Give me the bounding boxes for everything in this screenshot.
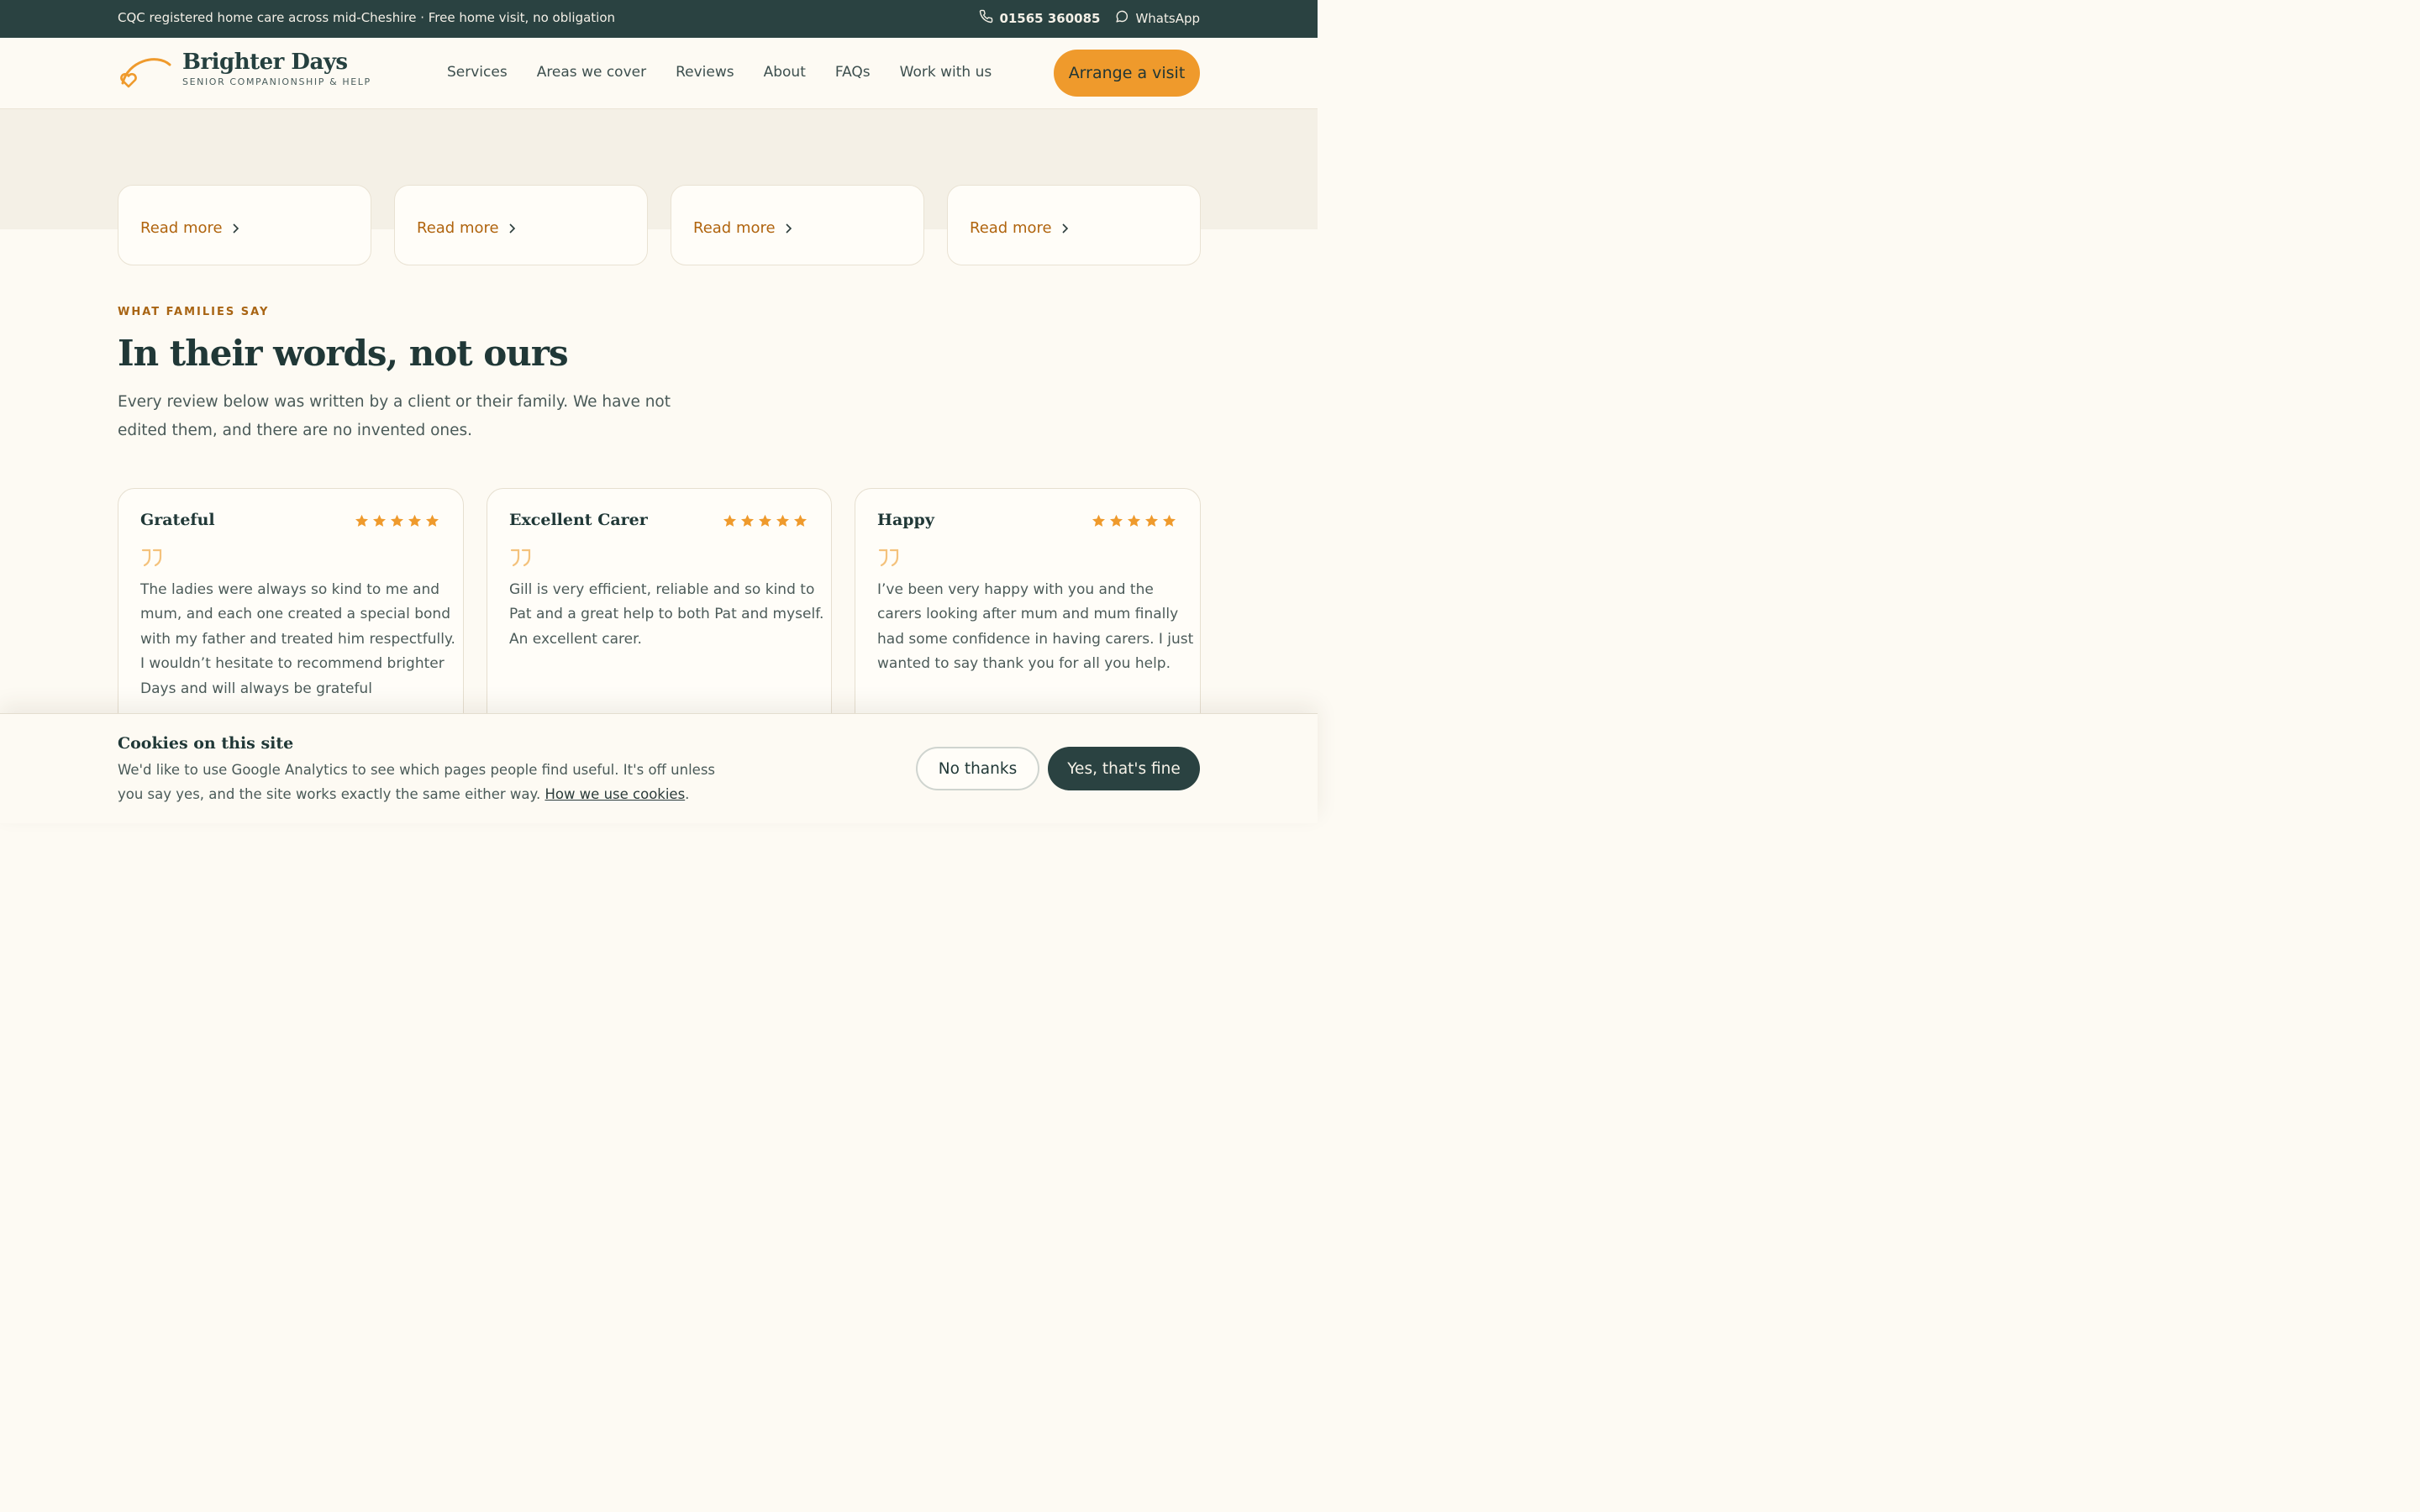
review-card: Grateful The ladies were always so kind …	[118, 488, 464, 740]
top-info-bar: CQC registered home care across mid-Ches…	[0, 0, 1318, 38]
review-text-line: had some confidence in having carers. I …	[877, 630, 1194, 648]
read-more-link[interactable]: Read more	[693, 219, 792, 237]
review-title: Grateful	[140, 511, 215, 529]
review-card: Excellent Carer Gill is very efficient, …	[487, 488, 832, 740]
read-more-label: Read more	[970, 219, 1052, 237]
star-icon	[723, 514, 737, 531]
chevron-right-icon	[786, 223, 792, 234]
cookie-text-end: .	[685, 786, 690, 802]
phone-icon	[979, 9, 993, 27]
read-more-label: Read more	[693, 219, 776, 237]
whatsapp-link[interactable]: WhatsApp	[1115, 9, 1200, 27]
star-icon	[425, 514, 439, 531]
read-more-link[interactable]: Read more	[970, 219, 1069, 237]
star-icon	[740, 514, 755, 531]
review-text-line: Pat and a great help to both Pat and mys…	[509, 606, 824, 623]
star-icon	[758, 514, 772, 531]
star-icon	[1162, 514, 1176, 531]
star-rating	[1092, 514, 1176, 531]
cookie-banner: Cookies on this site We'd like to use Go…	[0, 713, 1318, 823]
nav-item-areas[interactable]: Areas we cover	[537, 64, 646, 81]
star-icon	[1109, 514, 1123, 531]
review-text-line: Gill is very efficient, reliable and so …	[509, 581, 815, 598]
service-card: Read more	[118, 185, 371, 265]
arrange-visit-button[interactable]: Arrange a visit	[1054, 50, 1200, 97]
phone-link[interactable]: 01565 360085	[979, 9, 1100, 27]
nav-item-work-with-us[interactable]: Work with us	[900, 64, 992, 81]
service-card: Read more	[671, 185, 924, 265]
chat-bubble-icon	[1115, 9, 1129, 27]
brand-name: Brighter Days	[182, 50, 348, 75]
star-icon	[793, 514, 808, 531]
read-more-label: Read more	[140, 219, 223, 237]
section-lead: Every review below was written by a clie…	[118, 393, 671, 439]
review-text-line: I’ve been very happy with you and the	[877, 581, 1154, 598]
read-more-label: Read more	[417, 219, 499, 237]
section-heading: In their words, not ours	[118, 333, 569, 374]
nav-item-services[interactable]: Services	[447, 64, 508, 81]
service-card: Read more	[947, 185, 1201, 265]
read-more-link[interactable]: Read more	[140, 219, 239, 237]
quote-icon	[510, 549, 531, 567]
whatsapp-label: WhatsApp	[1135, 10, 1200, 26]
review-text: Gill is very efficient, reliable and so …	[509, 578, 823, 652]
chevron-right-icon	[233, 223, 239, 234]
review-title: Happy	[877, 511, 934, 529]
chevron-right-icon	[509, 223, 515, 234]
review-text: I’ve been very happy with you and the ca…	[877, 578, 1193, 677]
topbar-message: CQC registered home care across mid-Ches…	[118, 10, 616, 25]
site-header: Brighter Days SENIOR COMPANIONSHIP & HEL…	[0, 38, 1318, 109]
review-text-line: I wouldn’t hesitate to recommend brighte…	[140, 655, 445, 673]
cookie-title: Cookies on this site	[118, 734, 294, 753]
decline-cookies-button[interactable]: No thanks	[916, 747, 1039, 790]
star-icon	[372, 514, 387, 531]
service-card: Read more	[394, 185, 648, 265]
nav-item-about[interactable]: About	[764, 64, 806, 81]
nav-item-faqs[interactable]: FAQs	[835, 64, 871, 81]
main-nav: Services Areas we cover Reviews About FA…	[447, 64, 992, 81]
accept-cookies-button[interactable]: Yes, that's fine	[1048, 747, 1200, 790]
review-title: Excellent Carer	[509, 511, 648, 529]
brand-logo[interactable]: Brighter Days SENIOR COMPANIONSHIP & HEL…	[118, 50, 370, 92]
review-text-line: wanted to say thank you for all you help…	[877, 655, 1171, 673]
brand-tagline: SENIOR COMPANIONSHIP & HELP	[182, 76, 371, 87]
review-card: Happy I’ve been very happy with you and …	[855, 488, 1201, 740]
star-rating	[723, 514, 808, 531]
read-more-link[interactable]: Read more	[417, 219, 516, 237]
star-icon	[776, 514, 790, 531]
star-icon	[355, 514, 369, 531]
cookie-body: We'd like to use Google Analytics to see…	[118, 758, 731, 806]
nav-item-reviews[interactable]: Reviews	[676, 64, 734, 81]
chevron-right-icon	[1062, 223, 1068, 234]
star-icon	[1092, 514, 1106, 531]
star-icon	[408, 514, 422, 531]
topbar-contacts: 01565 360085 WhatsApp	[979, 9, 1200, 27]
review-text-line: The ladies were always so kind to me and	[140, 581, 440, 598]
star-icon	[1127, 514, 1141, 531]
review-text: The ladies were always so kind to me and…	[140, 578, 455, 701]
star-rating	[355, 514, 439, 531]
star-icon	[390, 514, 404, 531]
review-text-line: with my father and treated him respectfu…	[140, 630, 455, 648]
quote-icon	[141, 549, 162, 567]
review-text-line: mum, and each one created a special bond	[140, 606, 450, 623]
review-text-line: Days and will always be grateful	[140, 680, 372, 697]
phone-number: 01565 360085	[999, 10, 1101, 26]
quote-icon	[878, 549, 899, 567]
section-eyebrow: WHAT FAMILIES SAY	[118, 306, 270, 318]
review-text-line: An excellent carer.	[509, 630, 642, 648]
sun-heart-logo-icon	[120, 58, 171, 88]
review-text-line: carers looking after mum and mum finally	[877, 606, 1179, 623]
star-icon	[1144, 514, 1159, 531]
cookie-policy-link[interactable]: How we use cookies	[544, 786, 685, 802]
services-section: Read more Read more Read more Read more	[0, 109, 1318, 265]
